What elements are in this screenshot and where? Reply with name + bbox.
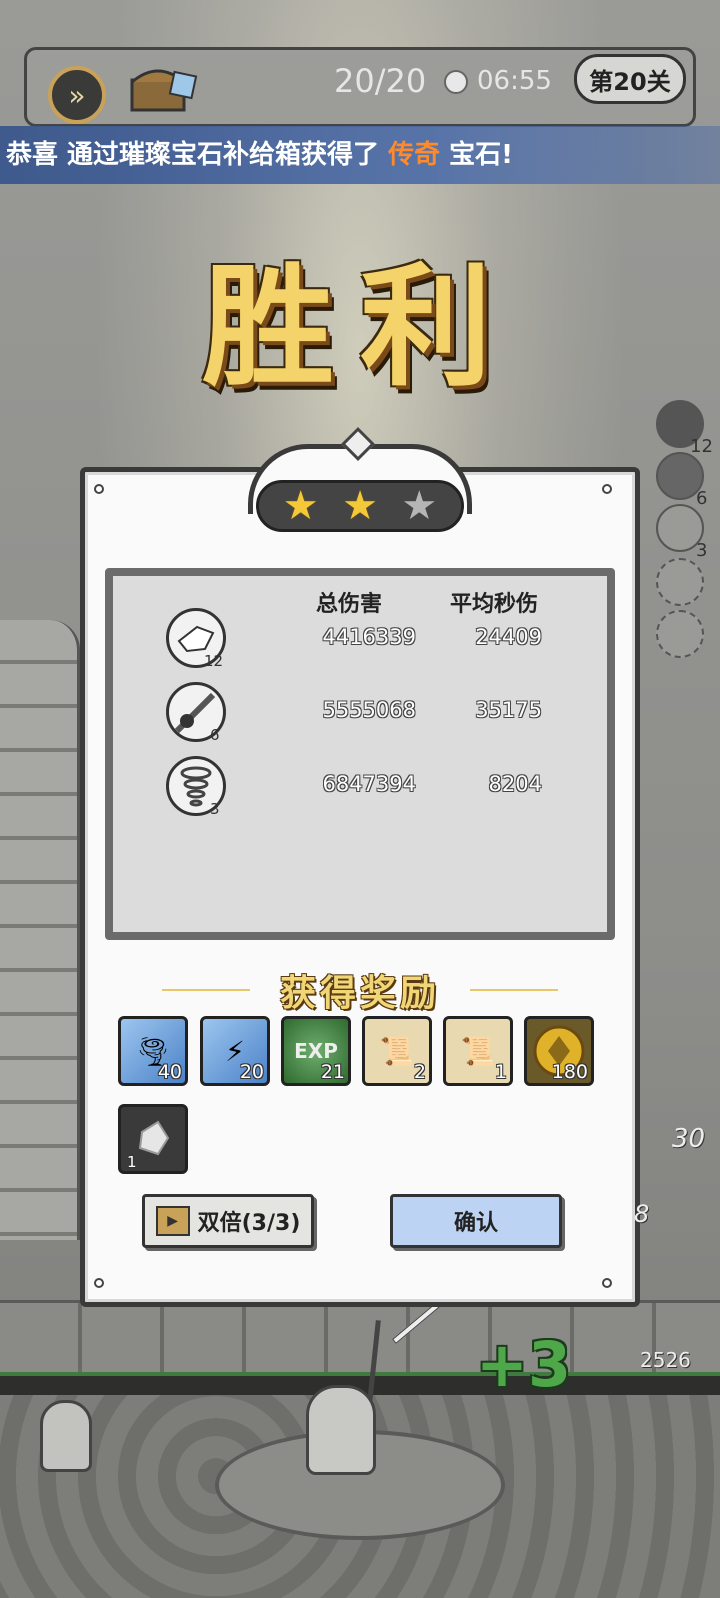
damage-number: 30 xyxy=(672,1124,706,1154)
side-skill-slot-empty-2[interactable] xyxy=(656,610,704,658)
reward-notification-banner: 恭喜 通过璀璨宝石补给箱获得了 传奇 宝石! xyxy=(0,126,720,184)
divider-right xyxy=(470,989,558,991)
elapsed-time: 06:55 xyxy=(477,66,552,96)
rivet-icon xyxy=(94,484,104,494)
reward-count: 180 xyxy=(551,1061,588,1083)
dps-value: 24409 xyxy=(475,625,542,649)
column-header-dps: 平均秒伤 xyxy=(450,592,539,617)
star-icon-filled: ★ xyxy=(342,483,378,529)
skill-level: 12 xyxy=(204,652,224,670)
side-skill-count-1: 12 xyxy=(690,436,713,457)
reward-item[interactable]: 180 xyxy=(524,1016,594,1086)
dps-value: 35175 xyxy=(475,698,542,722)
video-ad-icon: ▶ xyxy=(155,1206,190,1236)
dps-value: 8204 xyxy=(488,772,542,796)
side-skill-count-3: 3 xyxy=(696,540,708,561)
skill-level: 3 xyxy=(210,800,220,818)
banner-text-suffix: 宝石! xyxy=(440,140,514,170)
rivet-icon xyxy=(602,484,612,494)
double-reward-label: 双倍(3/3) xyxy=(197,1211,301,1236)
total-damage-value: 5555068 xyxy=(322,698,416,722)
reward-item[interactable]: 1 xyxy=(118,1104,188,1174)
reward-count: 21 xyxy=(320,1061,345,1083)
damage-number: 8 xyxy=(634,1200,650,1228)
divider-left xyxy=(162,989,250,991)
star-rating: ★ ★ ★ xyxy=(256,480,464,532)
reward-item[interactable]: EXP 21 xyxy=(281,1016,351,1086)
bonus-indicator: +3 xyxy=(476,1328,572,1401)
confirm-button[interactable]: 确认 xyxy=(390,1194,562,1248)
enemy-tower xyxy=(0,620,80,1240)
reward-count: 20 xyxy=(239,1061,264,1083)
reward-count: 1 xyxy=(127,1153,137,1171)
star-icon-empty: ★ xyxy=(401,483,438,529)
reward-item[interactable]: 🌪 40 xyxy=(118,1016,188,1086)
confirm-label: 确认 xyxy=(453,1211,498,1236)
banner-highlight: 传奇 xyxy=(388,140,441,170)
wave-counter: 20/20 xyxy=(334,62,427,100)
star-icon-filled: ★ xyxy=(282,483,319,529)
reward-count: 40 xyxy=(157,1061,182,1083)
side-skill-slot-empty-1[interactable] xyxy=(656,558,704,606)
wall-hp-value: 2526 xyxy=(640,1348,691,1372)
rewards-title: 获得奖励 xyxy=(279,972,440,1014)
reward-item[interactable]: 📜 2 xyxy=(362,1016,432,1086)
total-damage-value: 4416339 xyxy=(322,625,416,649)
double-reward-button[interactable]: ▶ 双倍(3/3) xyxy=(142,1194,314,1248)
reward-count: 1 xyxy=(494,1061,507,1083)
skill-level: 6 xyxy=(210,726,220,744)
ally-soldier xyxy=(40,1400,92,1472)
column-header-total-damage: 总伤害 xyxy=(316,592,383,617)
reward-item[interactable]: 📜 1 xyxy=(443,1016,513,1086)
reward-count: 2 xyxy=(413,1061,426,1083)
victory-title: 胜利 xyxy=(202,250,518,405)
fast-forward-icon: » xyxy=(68,78,86,112)
side-skill-count-2: 6 xyxy=(696,488,708,509)
total-damage-value: 6847394 xyxy=(322,772,416,796)
reward-item[interactable]: ⚡ 20 xyxy=(200,1016,270,1086)
treasure-chest-icon[interactable] xyxy=(128,60,198,116)
hero-mage xyxy=(306,1385,376,1475)
clock-icon xyxy=(444,70,468,94)
level-badge: 第20关 xyxy=(574,54,686,104)
banner-text-prefix: 恭喜 通过璀璨宝石补给箱获得了 xyxy=(6,140,389,170)
rivet-icon xyxy=(94,1278,104,1288)
fast-forward-button[interactable]: » xyxy=(48,66,106,124)
rivet-icon xyxy=(602,1278,612,1288)
